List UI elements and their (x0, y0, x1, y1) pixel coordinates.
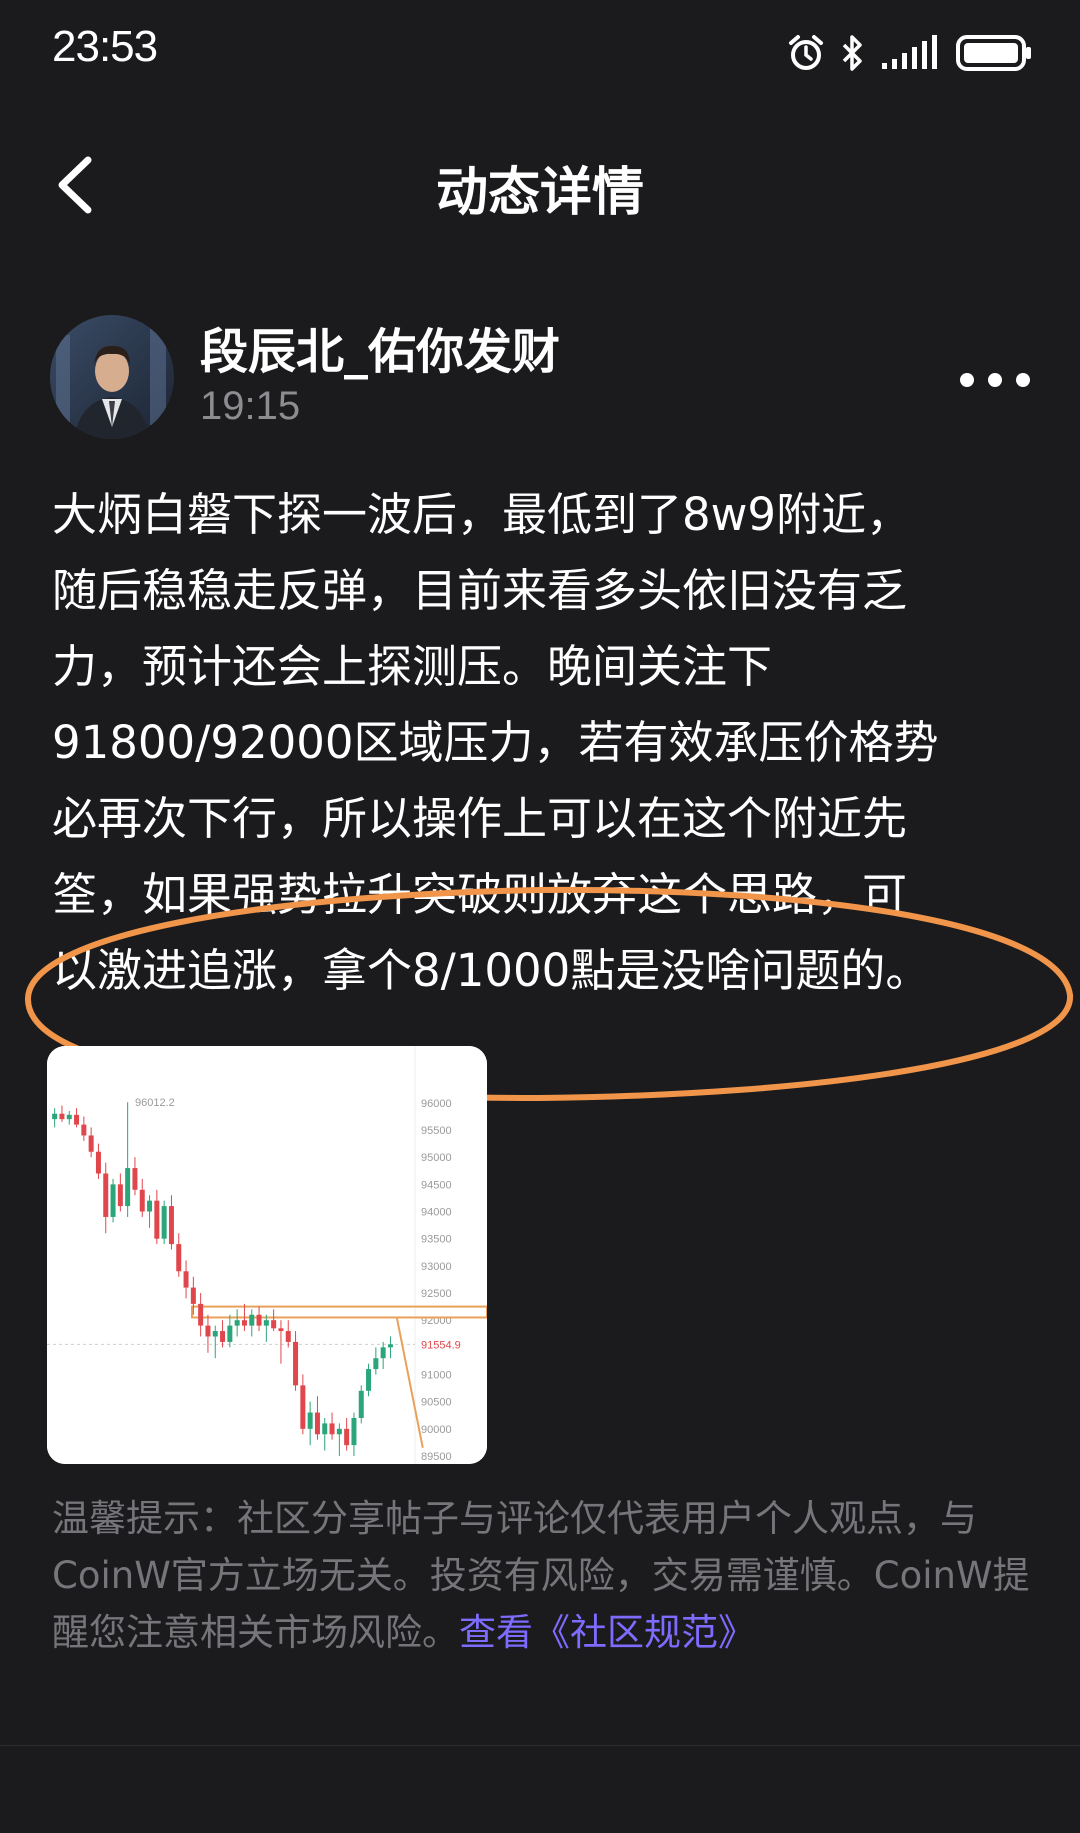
signal-icon (882, 35, 937, 69)
y-tick-label: 90000 (421, 1424, 452, 1436)
y-tick-label: 95000 (421, 1152, 452, 1164)
y-tick-label: 94000 (421, 1207, 452, 1219)
y-tick-label: 90500 (421, 1397, 452, 1409)
post-content: 大炳白磐下探一波后，最低到了8w9附近， 随后稳稳走反弹，目前来看多头依旧没有乏… (52, 477, 1012, 1009)
bottom-divider (0, 1745, 1080, 1746)
post-time: 19:15 (200, 384, 301, 428)
alarm-icon (789, 35, 823, 70)
high-price-label: 96012.2 (135, 1097, 175, 1109)
post-line: 随后稳稳走反弹，目前来看多头依旧没有乏 (52, 564, 908, 617)
y-tick-label: 91000 (421, 1370, 452, 1382)
candle (110, 1178, 116, 1223)
y-tick-label: 92500 (421, 1288, 452, 1300)
post-line: 91800/92000区域压力，若有效承压价格势 (52, 716, 939, 769)
y-tick-label: 93500 (421, 1234, 452, 1246)
y-tick-label: 94500 (421, 1179, 452, 1191)
y-tick-label: 89500 (421, 1451, 452, 1463)
more-dot-icon (988, 373, 1002, 387)
more-options-button[interactable] (930, 360, 1030, 400)
disclaimer-line: 温馨提示：社区分享帖子与评论仅代表用户个人观点，与 (52, 1497, 977, 1540)
post-line: 大炳白磐下探一波后，最低到了8w9附近， (52, 488, 912, 541)
candle (161, 1200, 167, 1245)
battery-icon (956, 35, 1031, 71)
candle (358, 1385, 364, 1424)
y-tick-label: 93000 (421, 1261, 452, 1273)
author-avatar[interactable] (50, 315, 174, 439)
disclaimer-line-3: 醒您注意相关市场风险。查看《社区规范》 (52, 1604, 1042, 1661)
post-line: 力，预计还会上探测压。晚间关注下 (52, 640, 773, 693)
community-guidelines-link[interactable]: 查看《社区规范》 (459, 1611, 755, 1654)
post-line: 筌，如果强势拉升突破则放弃这个思路，可 (52, 868, 908, 921)
post-line: 以激进追涨，拿个8/1000點是没啥问题的。 (52, 944, 931, 997)
current-price-label: 91554.9 (421, 1339, 461, 1351)
more-dot-icon (960, 373, 974, 387)
disclaimer: 温馨提示：社区分享帖子与评论仅代表用户个人观点，与 CoinW官方立场无关。投资… (52, 1490, 1042, 1661)
price-chart: 96000 95500 95000 94500 94000 93500 93000 92500… (47, 1046, 487, 1464)
status-icons (786, 28, 1034, 78)
disclaimer-line: CoinW官方立场无关。投资有风险，交易需谨慎。CoinW提 (52, 1554, 1030, 1597)
more-dot-icon (1016, 373, 1030, 387)
disclaimer-text: 醒您注意相关市场风险。 (52, 1611, 459, 1654)
bluetooth-icon (842, 35, 862, 71)
author-name[interactable]: 段辰北_佑你发财 (200, 312, 560, 382)
page-title: 动态详情 (435, 163, 644, 223)
post-line: 必再次下行，所以操作上可以在这个附近先 (52, 792, 908, 845)
status-time: 23:53 (52, 22, 158, 71)
y-tick-label: 95500 (421, 1125, 452, 1137)
y-tick-label: 96000 (421, 1098, 452, 1110)
post-chart-image[interactable]: 96000 95500 95000 94500 94000 93500 93000 92500… (47, 1046, 487, 1464)
